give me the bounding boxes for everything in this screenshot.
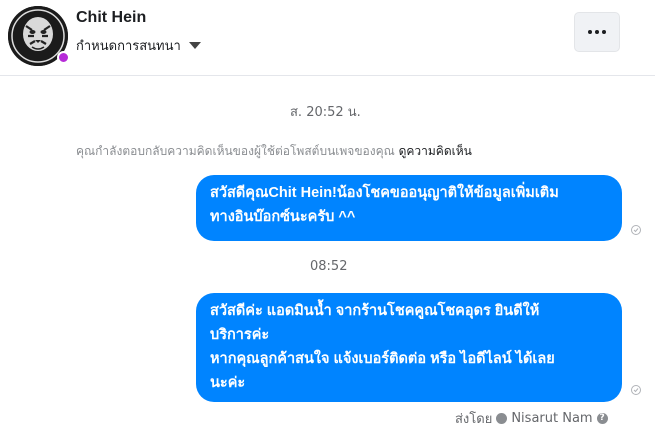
more-dots-icon	[588, 30, 606, 34]
help-icon[interactable]: ?	[596, 413, 608, 424]
conversation-header: Chit Hein กำหนดการสนทนา	[0, 0, 655, 76]
reply-notice: คุณกำลังตอบกลับความคิดเห็นของผู้ใช้ต่อโพ…	[76, 142, 472, 161]
online-badge	[57, 51, 70, 64]
contact-name[interactable]: Chit Hein	[76, 9, 146, 27]
message-bubble[interactable]: สวัสดีค่ะ แอดมินน้ำ จากร้านโชคคูณโชคอุดร…	[196, 293, 622, 402]
seen-check-icon	[631, 225, 641, 235]
message-bubble[interactable]: สวัสดีคุณChit Hein!น้องโชคขออนุญาติให้ข้…	[196, 175, 622, 241]
conversation-settings-label: กำหนดการสนทนา	[76, 39, 181, 54]
view-comment-link[interactable]: ดูความคิดเห็น	[399, 144, 472, 158]
timestamp: 08:52	[310, 259, 348, 274]
sent-by: ส่งโดย Nisarut Nam ?	[455, 408, 608, 429]
sender-avatar-icon	[496, 413, 508, 424]
sent-by-label: ส่งโดย	[455, 412, 493, 427]
sender-name: Nisarut Nam	[511, 411, 593, 426]
timestamp: ส. 20:52 น.	[290, 105, 361, 120]
more-options-button[interactable]	[574, 12, 620, 52]
conversation-settings[interactable]: กำหนดการสนทนา	[76, 35, 201, 56]
chevron-down-icon	[188, 42, 201, 49]
reply-notice-text: คุณกำลังตอบกลับความคิดเห็นของผู้ใช้ต่อโพ…	[76, 144, 395, 158]
seen-check-icon	[631, 385, 641, 395]
